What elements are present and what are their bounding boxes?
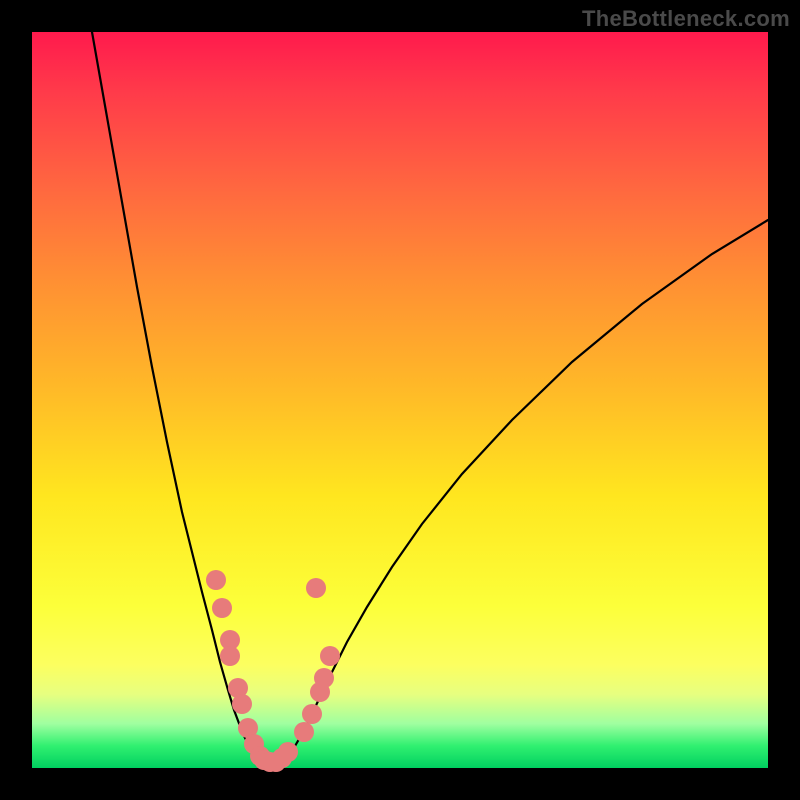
highlight-marker — [278, 742, 298, 762]
highlight-marker — [320, 646, 340, 666]
curve-right-branch — [295, 220, 768, 746]
highlight-marker — [294, 722, 314, 742]
highlight-marker — [212, 598, 232, 618]
watermark-text: TheBottleneck.com — [582, 6, 790, 32]
bottleneck-curve-plot — [32, 32, 768, 768]
chart-frame — [32, 32, 768, 768]
highlight-marker — [232, 694, 252, 714]
highlight-marker — [206, 570, 226, 590]
highlight-marker — [306, 578, 326, 598]
highlight-marker — [314, 668, 334, 688]
marker-group — [206, 570, 340, 772]
highlight-marker — [302, 704, 322, 724]
highlight-marker — [220, 646, 240, 666]
